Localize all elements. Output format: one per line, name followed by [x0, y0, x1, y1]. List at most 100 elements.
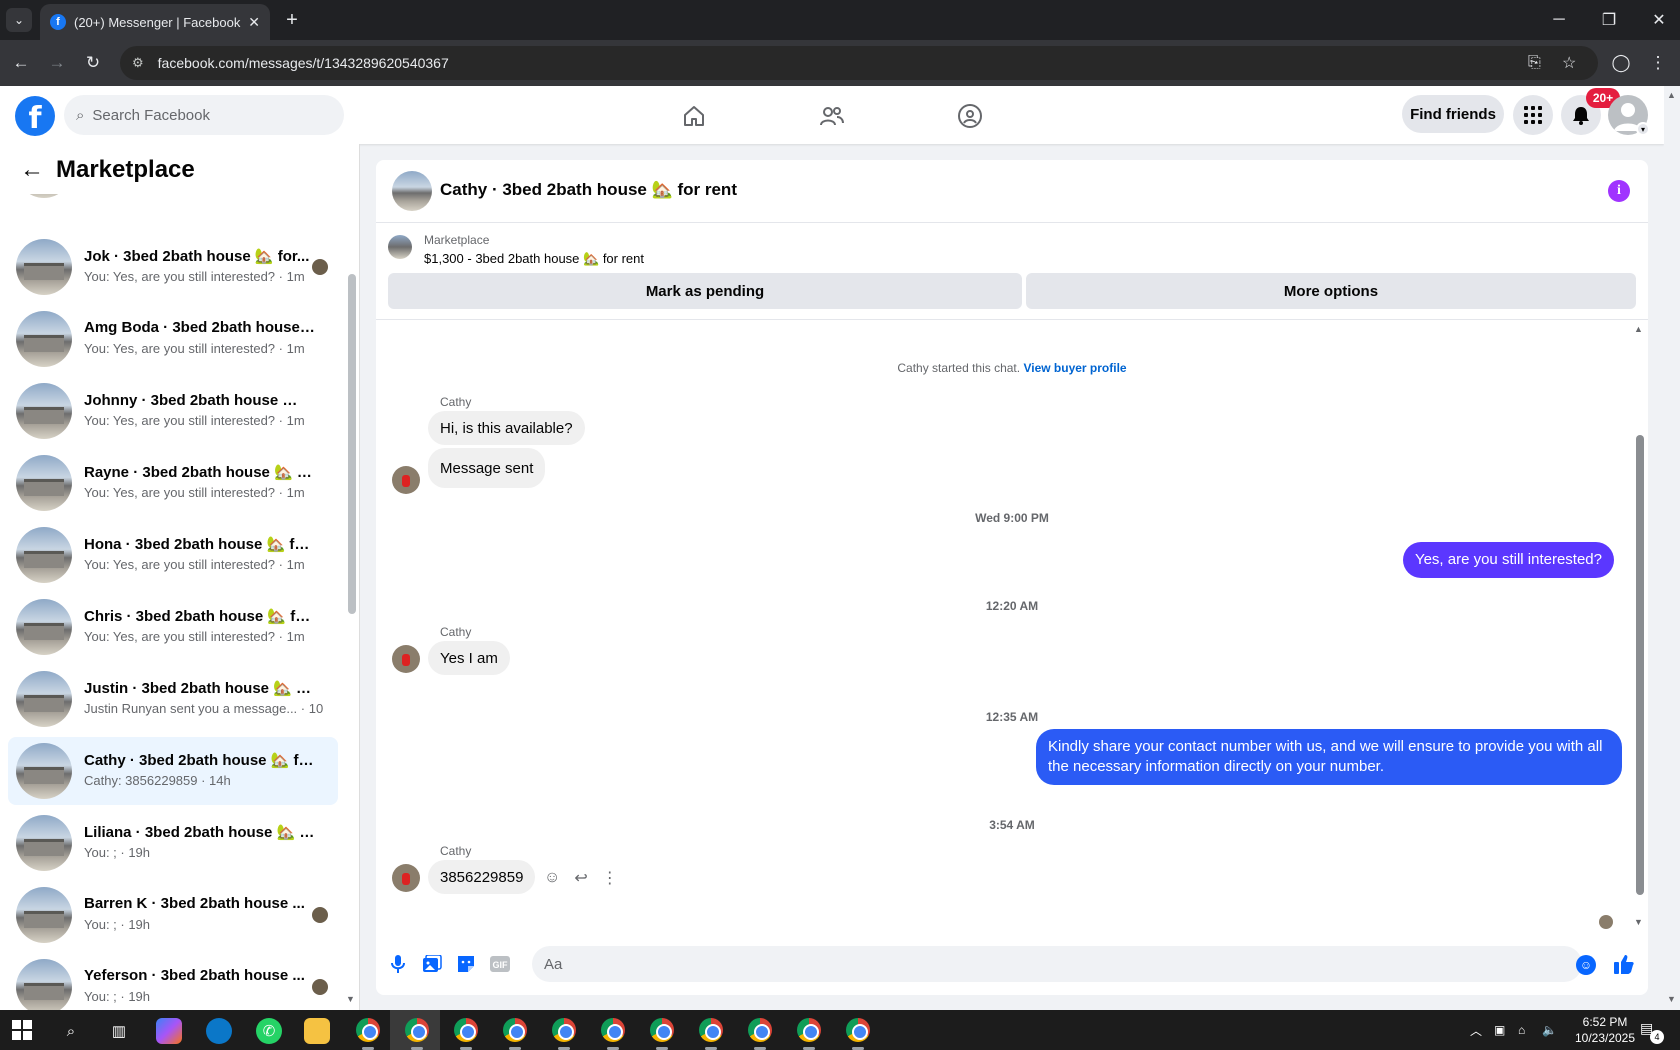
message-input[interactable]: Aa — [532, 946, 1582, 982]
incoming-message[interactable]: Hi, is this available? — [428, 411, 585, 445]
outgoing-message[interactable]: Yes, are you still interested? — [1402, 542, 1614, 578]
outgoing-message[interactable]: Kindly share your contact number with us… — [1036, 729, 1622, 785]
chrome-window-icon[interactable] — [454, 1018, 478, 1042]
groups-icon[interactable] — [950, 96, 990, 136]
taskbar-search-icon[interactable]: ⌕ — [58, 1018, 84, 1044]
network-icon[interactable]: ⌂ — [1518, 1010, 1525, 1050]
facebook-logo-icon[interactable]: f — [15, 96, 55, 136]
show-hidden-icons[interactable]: ︿ — [1470, 1010, 1482, 1050]
chat-started-notice: Cathy started this chat. View buyer prof… — [376, 361, 1648, 375]
panel-title: Marketplace — [56, 156, 195, 183]
conversation-scrollbar[interactable] — [348, 184, 356, 1010]
new-tab-button[interactable]: + — [280, 8, 304, 32]
scroll-down-icon[interactable]: ▼ — [346, 994, 355, 1004]
sticker-icon[interactable] — [454, 952, 478, 976]
task-view-icon[interactable]: ▥ — [106, 1018, 132, 1044]
forward-icon[interactable]: → — [44, 50, 70, 76]
conversation-preview: Cathy: 3856229859 · 14h — [84, 773, 231, 788]
conversation-preview: You: Yes, are you still interested? · 1m — [84, 341, 305, 356]
bookmark-star-icon[interactable]: ☆ — [1562, 46, 1576, 80]
conversation-item[interactable]: Yeferson · 3bed 2bath house ... You: ; · … — [8, 953, 338, 1010]
install-app-icon[interactable]: ⎘ — [1528, 46, 1541, 80]
conversation-item[interactable]: Johnny · 3bed 2bath house 🏡 f... You: Yes… — [8, 377, 338, 445]
chrome-window-icon[interactable] — [552, 1018, 576, 1042]
chat-title[interactable]: Cathy · 3bed 2bath house 🏡 for rent — [440, 180, 737, 200]
more-actions-icon[interactable]: ⋮ — [602, 868, 618, 888]
incoming-message[interactable]: Yes I am — [428, 641, 510, 675]
minimize-icon[interactable]: ─ — [1544, 6, 1574, 34]
reload-icon[interactable]: ↻ — [80, 50, 106, 76]
conversation-info-icon[interactable]: i — [1608, 180, 1630, 202]
copilot-icon[interactable] — [156, 1018, 182, 1044]
browser-menu-icon[interactable]: ⋮ — [1645, 50, 1671, 76]
gif-icon[interactable]: GIF — [488, 952, 512, 976]
conversation-item[interactable]: Chris · 3bed 2bath house 🏡 for ... You: Y… — [8, 593, 338, 661]
conversation-item[interactable]: Barren K · 3bed 2bath house ... You: ; · … — [8, 881, 338, 949]
chrome-window-icon[interactable] — [650, 1018, 674, 1042]
whatsapp-icon[interactable]: ✆ — [256, 1018, 282, 1044]
sender-avatar[interactable] — [392, 466, 420, 494]
chat-header: Cathy · 3bed 2bath house 🏡 for rent i — [376, 160, 1648, 223]
mark-as-pending-button[interactable]: Mark as pending — [388, 273, 1022, 309]
conversation-item[interactable]: Jok · 3bed 2bath house 🏡 for... You: Yes,… — [8, 233, 338, 301]
find-friends-button[interactable]: Find friends — [1402, 95, 1504, 133]
site-info-icon[interactable]: ⚙ — [132, 55, 144, 71]
tab-search-button[interactable]: ⌄ — [6, 8, 32, 32]
home-icon[interactable] — [674, 96, 714, 136]
more-options-button[interactable]: More options — [1026, 273, 1636, 309]
microphone-icon[interactable] — [386, 952, 410, 976]
react-emoji-icon[interactable]: ☺ — [544, 869, 560, 887]
conversation-item[interactable]: Rayne · 3bed 2bath house 🏡 fo... You: Yes… — [8, 449, 338, 517]
thumbs-up-icon[interactable] — [1612, 952, 1636, 976]
volume-icon[interactable]: 🔈 — [1542, 1010, 1557, 1050]
menu-grid-icon[interactable] — [1513, 95, 1553, 135]
incoming-message[interactable]: 3856229859 — [428, 860, 536, 894]
chat-scroll-up-icon[interactable]: ▲ — [1634, 324, 1643, 334]
friends-icon[interactable] — [812, 96, 852, 136]
conversation-item[interactable]: Liliana · 3bed 2bath house 🏡 fo... You: ;… — [8, 809, 338, 877]
chrome-window-icon[interactable] — [797, 1018, 821, 1042]
close-window-icon[interactable]: ✕ — [1644, 6, 1674, 34]
chrome-window-icon[interactable] — [601, 1018, 625, 1042]
edge-icon[interactable] — [206, 1018, 232, 1044]
listing-thumbnail — [16, 959, 72, 1010]
view-buyer-profile-link[interactable]: View buyer profile — [1023, 361, 1126, 375]
address-bar[interactable]: ⚙ facebook.com/messages/t/13432896205403… — [120, 46, 1598, 80]
sender-avatar[interactable] — [392, 864, 420, 892]
back-arrow-icon[interactable]: ← — [20, 156, 44, 184]
chrome-window-icon[interactable] — [748, 1018, 772, 1042]
chrome-window-icon[interactable] — [356, 1018, 380, 1042]
reply-icon[interactable]: ↩ — [574, 868, 587, 888]
chat-scroll-down-icon[interactable]: ▼ — [1634, 917, 1643, 927]
back-icon[interactable]: ← — [8, 50, 34, 76]
chrome-window-icon[interactable] — [503, 1018, 527, 1042]
chat-scrollbar[interactable] — [1636, 320, 1644, 925]
meet-now-icon[interactable]: ▣ — [1494, 1010, 1505, 1050]
incoming-message[interactable]: Message sent — [428, 448, 546, 488]
conversation-item[interactable]: Amg Boda · 3bed 2bath house ... You: Yes,… — [8, 305, 338, 373]
conversation-item[interactable]: Justin · 3bed 2bath house 🏡 for... Justin… — [8, 665, 338, 733]
conversation-item[interactable]: Cathy · 3bed 2bath house 🏡 for... Cathy: … — [8, 737, 338, 805]
chrome-window-icon[interactable] — [405, 1018, 429, 1042]
restore-icon[interactable]: ❐ — [1594, 6, 1624, 34]
chat-avatar[interactable] — [392, 171, 432, 211]
facebook-search-input[interactable]: ⌕ Search Facebook — [64, 95, 344, 135]
browser-tab[interactable]: f (20+) Messenger | Facebook ✕ — [40, 4, 270, 40]
listing-thumbnail[interactable] — [388, 235, 412, 259]
emoji-picker-icon[interactable]: ☺ — [1576, 955, 1596, 975]
tab-close-icon[interactable]: ✕ — [248, 14, 260, 31]
file-explorer-icon[interactable] — [304, 1018, 330, 1044]
account-chevron-down-icon[interactable]: ▾ — [1636, 122, 1650, 136]
attach-photo-icon[interactable] — [420, 952, 444, 976]
profile-icon[interactable]: ◯ — [1608, 50, 1634, 76]
tab-title: (20+) Messenger | Facebook — [74, 14, 241, 30]
page-scrollbar[interactable]: ▲ ▼ — [1664, 86, 1680, 1010]
chrome-window-icon[interactable] — [846, 1018, 870, 1042]
clock-date: 10/23/2025 — [1574, 1031, 1636, 1045]
listing-price[interactable]: $1,300 - 3bed 2bath house 🏡 for rent — [424, 251, 644, 267]
conversation-item[interactable]: Hona · 3bed 2bath house 🏡 for... You: Yes… — [8, 521, 338, 589]
windows-start-icon[interactable] — [12, 1020, 32, 1040]
sender-avatar[interactable] — [392, 645, 420, 673]
system-clock[interactable]: 6:52 PM 10/23/2025 — [1560, 1014, 1650, 1046]
chrome-window-icon[interactable] — [699, 1018, 723, 1042]
